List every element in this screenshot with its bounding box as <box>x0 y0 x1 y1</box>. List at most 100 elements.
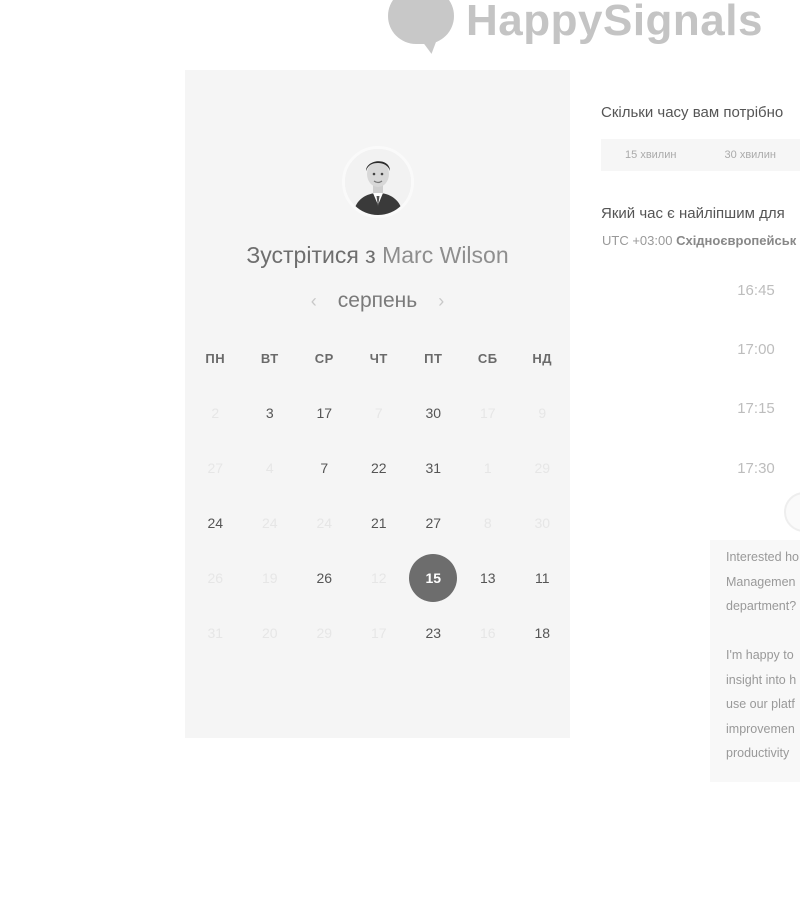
day-cell[interactable]: 18 <box>515 605 570 660</box>
calendar-panel: Зустрітися з Marc Wilson ‹ серпень › ПН В… <box>185 70 570 738</box>
time-slot[interactable]: 17:30 <box>712 448 800 488</box>
day-cell: 27 <box>188 440 243 495</box>
selected-day: 15 <box>409 553 458 602</box>
day-number: 7 <box>320 459 329 476</box>
day-number: 18 <box>534 624 551 641</box>
timezone-name: Східноєвропейськ <box>676 233 797 248</box>
message-line: Managemen <box>726 574 796 589</box>
selected-day-cell[interactable]: 15 <box>406 550 461 605</box>
time-slot[interactable]: 17:00 <box>712 329 800 369</box>
day-cell[interactable]: 21 <box>352 495 407 550</box>
timezone-offset: UTC +03:00 <box>602 233 673 248</box>
calendar-grid: ПН ВТ СР ЧТ ПТ СБ НД 2 3 17 7 30 17 9 27 4 7 22 31 1 29 24 24… <box>188 331 570 660</box>
weekday-label: ЧТ <box>369 350 388 366</box>
day-number: 24 <box>316 514 333 531</box>
day-number: 3 <box>265 404 274 421</box>
day-number: 30 <box>425 404 442 421</box>
day-cell: 17 <box>352 605 407 660</box>
month-label: серпень <box>337 289 418 312</box>
day-number: 17 <box>370 624 387 641</box>
day-number: 29 <box>316 624 333 641</box>
month-navigation: ‹ серпень › <box>185 289 570 313</box>
day-cell[interactable]: 31 <box>406 440 461 495</box>
day-cell: 4 <box>243 440 298 495</box>
day-cell[interactable]: 27 <box>406 495 461 550</box>
message-line: insight into h <box>726 672 797 687</box>
day-number: 31 <box>207 624 224 641</box>
meeting-title: Зустрітися з Marc Wilson <box>185 242 570 269</box>
calendar-week-row: 26 19 26 12 15 13 11 <box>188 550 570 605</box>
calendar-week-row: 27 4 7 22 31 1 29 <box>188 440 570 495</box>
day-cell[interactable]: 3 <box>243 385 298 440</box>
day-cell[interactable]: 30 <box>406 385 461 440</box>
day-number: 26 <box>207 569 224 586</box>
day-number: 12 <box>370 569 387 586</box>
day-number: 31 <box>425 459 442 476</box>
day-number: 16 <box>479 624 496 641</box>
day-cell: 19 <box>243 550 298 605</box>
day-number: 27 <box>207 459 224 476</box>
calendar-week-row: 2 3 17 7 30 17 9 <box>188 385 570 440</box>
day-cell[interactable]: 22 <box>352 440 407 495</box>
day-cell[interactable]: 24 <box>188 495 243 550</box>
day-cell[interactable]: 23 <box>406 605 461 660</box>
meeting-title-prefix: Зустрітися з <box>246 242 376 268</box>
weekday-label: ВТ <box>260 350 279 366</box>
day-number: 13 <box>479 569 496 586</box>
weekday-label: СБ <box>477 350 498 366</box>
day-number: 29 <box>534 459 551 476</box>
day-number: 27 <box>425 514 442 531</box>
brand-name: HappySignals <box>466 0 763 45</box>
day-cell: 17 <box>461 385 516 440</box>
day-number: 19 <box>261 569 278 586</box>
day-number: 24 <box>261 514 278 531</box>
day-number: 1 <box>483 459 492 476</box>
weekday-label: ПН <box>205 350 226 366</box>
day-number: 24 <box>207 514 224 531</box>
day-cell[interactable]: 11 <box>515 550 570 605</box>
day-cell: 1 <box>461 440 516 495</box>
message-line: use our platf <box>726 697 795 711</box>
timezone-label[interactable]: UTC +03:00 Східноєвропейськ <box>602 233 796 248</box>
day-number: 22 <box>370 459 387 476</box>
duration-option-30[interactable]: 30 хвилин <box>701 149 800 161</box>
day-cell: 24 <box>243 495 298 550</box>
day-cell[interactable]: 17 <box>297 385 352 440</box>
duration-question: Скільки часу вам потрібно <box>601 104 784 121</box>
duration-option-15[interactable]: 15 хвилин <box>601 149 701 161</box>
day-cell[interactable]: 7 <box>297 440 352 495</box>
day-cell: 24 <box>297 495 352 550</box>
day-number: 8 <box>483 514 492 531</box>
day-cell: 7 <box>352 385 407 440</box>
day-number: 17 <box>479 404 496 421</box>
duration-selector: 15 хвилин 30 хвилин <box>601 139 800 171</box>
day-cell: 20 <box>243 605 298 660</box>
day-number: 26 <box>316 569 333 586</box>
chevron-left-icon[interactable]: ‹ <box>308 291 320 312</box>
brand-logo: HappySignals <box>388 0 763 56</box>
day-number: 17 <box>316 404 333 421</box>
time-slot[interactable]: 17:15 <box>712 388 800 428</box>
message-line: I'm happy to <box>726 648 794 662</box>
day-cell[interactable]: 13 <box>461 550 516 605</box>
message-line: department? <box>726 599 797 613</box>
day-number: 7 <box>374 404 383 421</box>
time-slot[interactable]: 16:45 <box>712 270 800 310</box>
day-cell: 2 <box>188 385 243 440</box>
day-cell: 30 <box>515 495 570 550</box>
calendar-week-row: 31 20 29 17 23 16 18 <box>188 605 570 660</box>
day-number: 11 <box>534 569 550 586</box>
day-cell[interactable]: 26 <box>297 550 352 605</box>
weekday-header-row: ПН ВТ СР ЧТ ПТ СБ НД <box>188 331 570 385</box>
chevron-right-icon[interactable]: › <box>435 291 447 312</box>
message-line: improvemen <box>726 721 795 736</box>
message-line: Interested ho <box>726 550 799 564</box>
day-number: 23 <box>425 624 442 641</box>
day-number: 21 <box>370 514 387 531</box>
weekday-label: ПТ <box>424 350 443 366</box>
day-cell: 12 <box>352 550 407 605</box>
weekday-label: НД <box>532 350 553 366</box>
host-avatar <box>342 146 414 218</box>
speech-bubble-heart-icon <box>388 0 454 56</box>
host-name: Marc Wilson <box>382 242 509 268</box>
